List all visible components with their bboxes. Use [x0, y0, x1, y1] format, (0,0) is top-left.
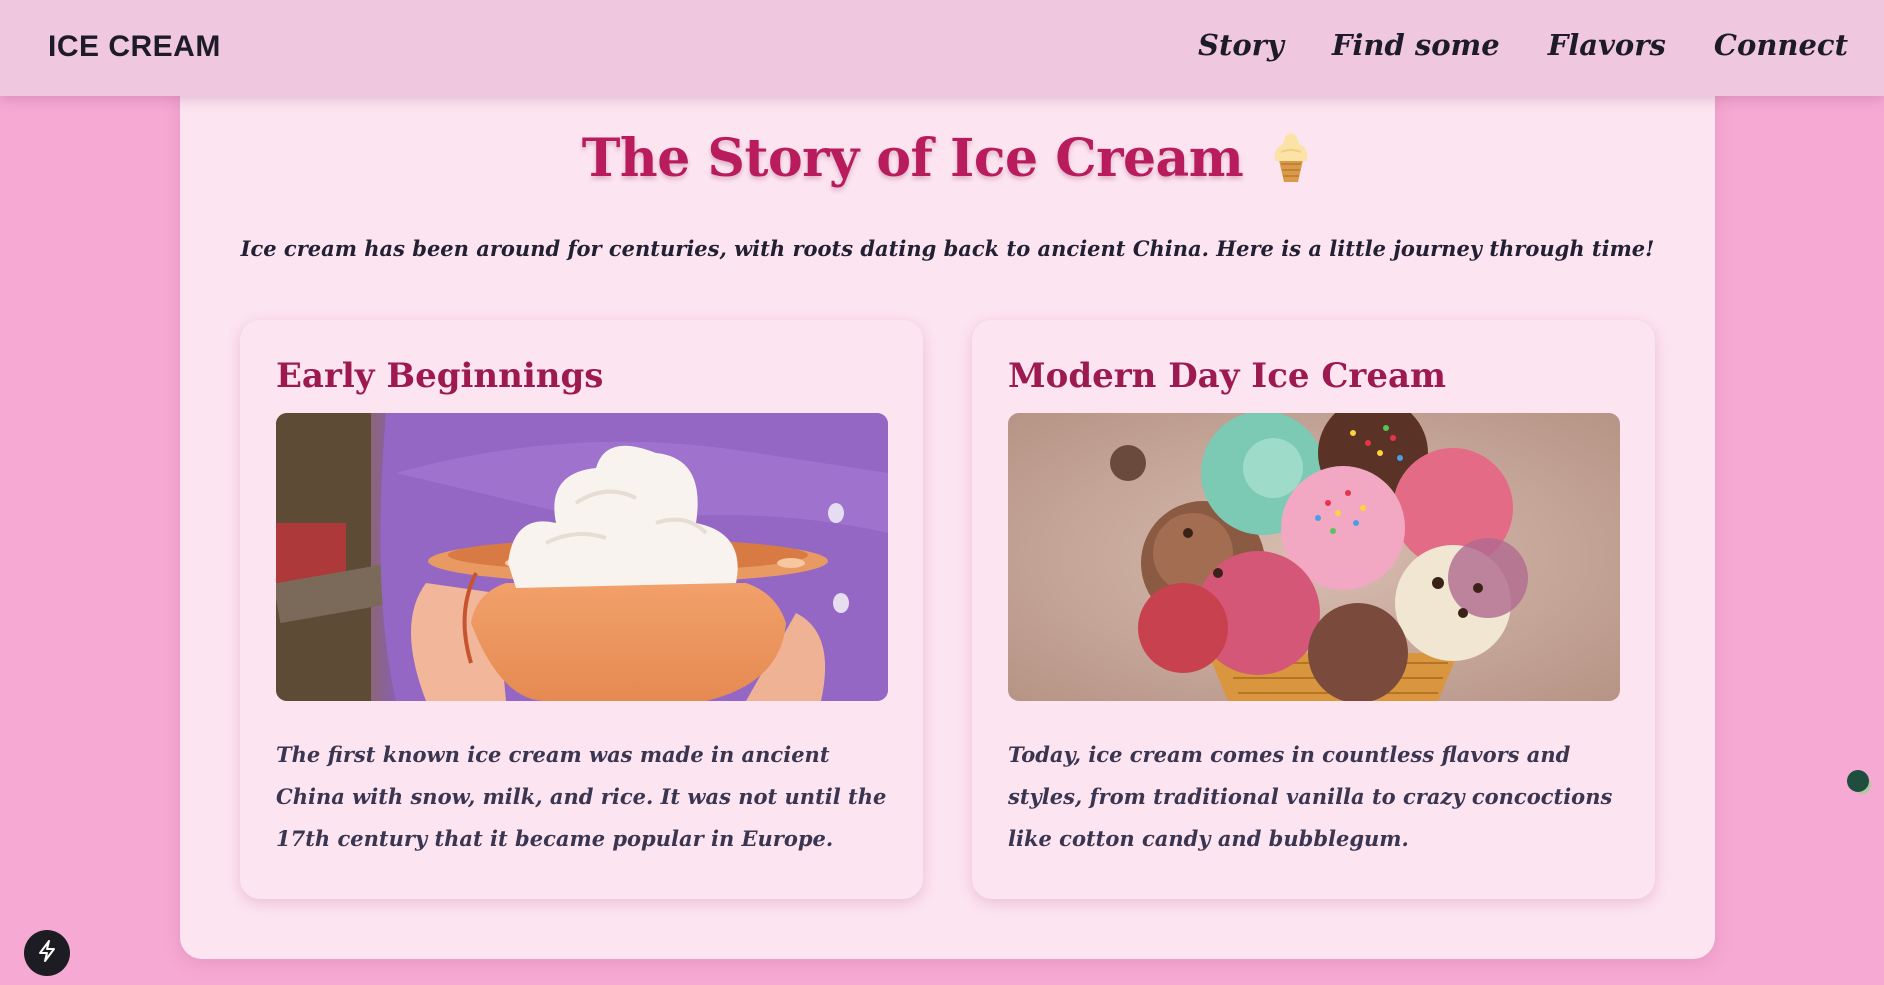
nav-link-find-some[interactable]: Find some: [1332, 28, 1500, 62]
nav-links: Story Find some Flavors Connect: [1198, 28, 1848, 62]
top-navbar: ICE CREAM Story Find some Flavors Connec…: [0, 0, 1884, 96]
nav-link-flavors[interactable]: Flavors: [1548, 28, 1666, 62]
title-row: The Story of Ice Cream: [180, 128, 1715, 189]
ancient-ice-cream-bowl-photo: [276, 413, 888, 701]
card-early-beginnings: Early Beginnings The first known ice cre…: [240, 320, 923, 899]
lightning-bolt-icon: [36, 939, 58, 967]
nav-link-connect[interactable]: Connect: [1714, 28, 1848, 62]
card-modern-day: Modern Day Ice Cream Today, ice cream co…: [972, 320, 1655, 899]
status-dot-icon[interactable]: [1845, 768, 1875, 802]
nav-link-story[interactable]: Story: [1198, 28, 1284, 62]
card-title: Modern Day Ice Cream: [1008, 356, 1446, 396]
lightning-bolt-button[interactable]: [24, 930, 70, 976]
site-logo[interactable]: ICE CREAM: [48, 30, 221, 64]
page-title: The Story of Ice Cream: [581, 128, 1244, 189]
intro-text: Ice cream has been around for centuries,…: [240, 236, 1655, 261]
story-section: The Story of Ice Cream Ice cream has bee…: [180, 80, 1715, 959]
card-description: Today, ice cream comes in countless flav…: [1008, 742, 1613, 851]
card-description: The first known ice cream was made in an…: [276, 742, 887, 851]
soft-serve-icon: [1269, 130, 1313, 188]
ice-cream-scoops-cone-photo: [1008, 413, 1620, 701]
card-title: Early Beginnings: [276, 356, 604, 396]
